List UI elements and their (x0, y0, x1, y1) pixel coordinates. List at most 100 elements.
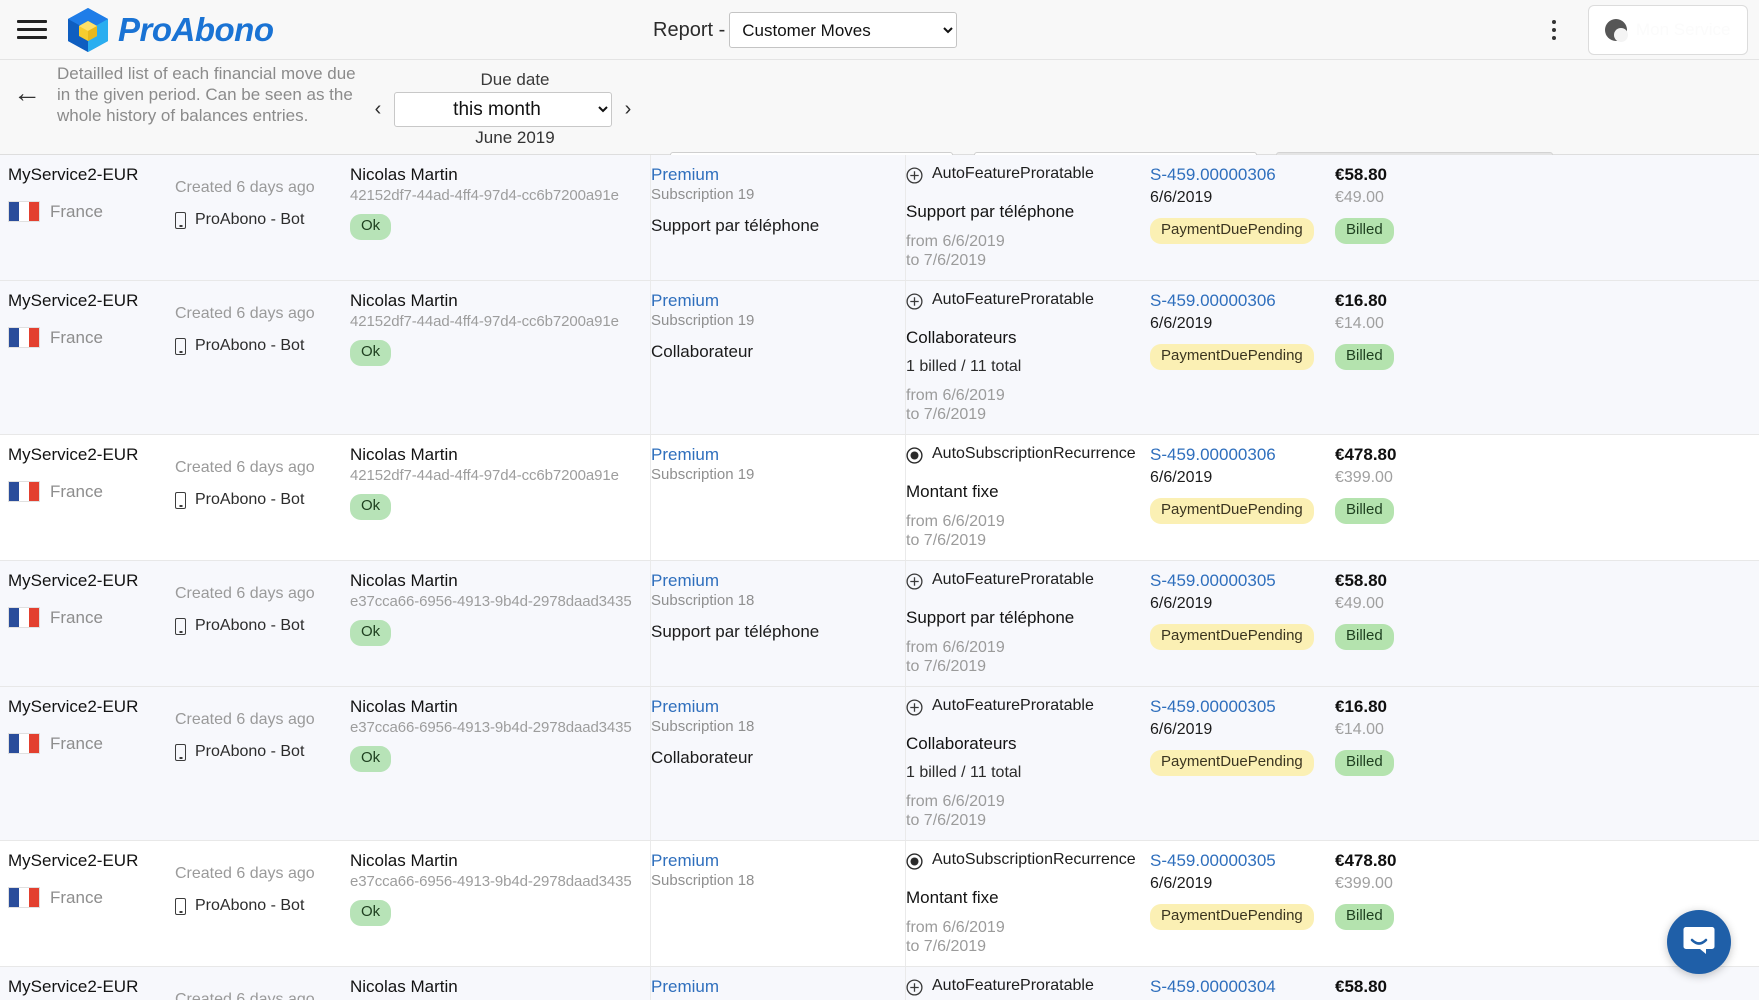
service-name: MyService2-EUR (8, 697, 139, 716)
status-badge-billed: Billed (1335, 904, 1394, 930)
status-badge-payment: PaymentDuePending (1150, 344, 1314, 370)
arrow-left-icon[interactable]: ← (12, 78, 42, 108)
cell-feature: AutoFeatureProratableSupport par télépho… (905, 155, 1150, 280)
offer-link[interactable]: Premium (651, 571, 905, 591)
invoice-date: 6/6/2019 (1150, 595, 1213, 612)
table-row[interactable]: MyService2-EUR France Created 6 days ago Pr… (0, 281, 1759, 435)
country-name: France (50, 733, 103, 753)
country-name: France (50, 887, 103, 907)
brand-logo[interactable]: ProAbono (67, 7, 274, 53)
invoice-link[interactable]: S-459.00000306 (1150, 445, 1335, 465)
feature-type: AutoFeatureProratable (932, 977, 1094, 994)
table-row[interactable]: MyService2-EURFranceCreated 6 days agoPr… (0, 687, 1759, 841)
offer-link[interactable]: Premium (651, 165, 905, 185)
cell-created: Created 6 days ago ProAbono - Bot (175, 155, 350, 280)
cell-offer: Premium Subscription 19 Collaborateur (650, 281, 905, 434)
country-name: France (50, 327, 103, 347)
status-badge-customer: Ok (350, 494, 392, 520)
status-badge-customer: Ok (350, 746, 392, 772)
cell-invoice: S-459.00000306 6/6/2019 PaymentDuePending (1150, 155, 1335, 280)
cell-offer: Premium Subscription 19 Support par téléph… (650, 155, 905, 280)
feature-period: from 6/6/2019 to 7/6/2019 (906, 793, 1005, 829)
customer-name[interactable]: Nicolas Martin (350, 697, 650, 717)
hamburger-icon[interactable] (17, 19, 47, 41)
plus-circle-icon (906, 979, 923, 1000)
offer-link[interactable]: Premium (651, 445, 905, 465)
chat-launcher-button[interactable] (1667, 910, 1731, 974)
feature-period: from 6/6/2019 to 7/6/2019 (906, 513, 1005, 549)
origin-line: ProAbono - Bot (175, 211, 350, 229)
status-badge-payment: PaymentDuePending (1150, 904, 1314, 930)
chevron-right-icon[interactable]: › (620, 98, 636, 121)
service-name: MyService2-EUR (8, 445, 139, 464)
cell-customer: Nicolas Martin e37cca66-6956-4913-9b4d-29… (350, 687, 650, 840)
origin-line: ProAbono - Bot (175, 491, 350, 509)
feature-name: Montant fixe (906, 482, 999, 501)
invoice-link[interactable]: S-459.00000306 (1150, 291, 1335, 311)
cell-amount: €16.80 €14.00 Billed (1335, 687, 1495, 840)
feature-name: Collaborateurs (906, 734, 1017, 753)
chevron-left-icon[interactable]: ‹ (370, 98, 386, 121)
table-row[interactable]: MyService2-EURFranceCreated 6 days agoPr… (0, 967, 1759, 1000)
cell-customer: Nicolas Martin e37cca66-6956-4913-9b4d-29… (350, 561, 650, 686)
offer-item: Support par téléphone (651, 216, 820, 235)
customer-id: 42152df7-44ad-4ff4-97d4-cc6b7200a91e (350, 313, 619, 330)
customer-name[interactable]: Nicolas Martin (350, 445, 650, 465)
status-badge-customer: Ok (350, 620, 392, 646)
offer-link[interactable]: Premium (651, 851, 905, 871)
invoice-link[interactable]: S-459.00000305 (1150, 697, 1335, 717)
customer-name[interactable]: Nicolas Martin (350, 291, 650, 311)
cell-service: MyService2-EUR France (0, 841, 175, 966)
country-name: France (50, 481, 103, 501)
feature-type-line: AutoFeatureProratable (906, 165, 1150, 189)
feature-type-line: AutoFeatureProratable (906, 697, 1150, 721)
created-timestamp: Created 6 days ago (175, 459, 315, 476)
feature-type: AutoSubscriptionRecurrence (932, 445, 1136, 462)
customer-name[interactable]: Nicolas Martin (350, 851, 650, 871)
plus-circle-icon (906, 699, 923, 721)
cell-amount: €478.80 €399.00 Billed (1335, 841, 1495, 966)
period-navigator: ‹ this monthlast monthnext monththis yea… (370, 92, 660, 127)
cell-invoice: S-459.000003046/6/2019PaymentDuePending (1150, 967, 1335, 1000)
table-row[interactable]: MyService2-EURFranceCreated 6 days agoPr… (0, 561, 1759, 687)
subscription-label: Subscription 19 (651, 466, 755, 483)
report-select[interactable]: Customer MovesCustomer BalancesSubscript… (729, 12, 958, 48)
customer-name[interactable]: Nicolas Martin (350, 977, 650, 997)
cell-feature: AutoFeatureProratableSupport par télépho… (905, 561, 1150, 686)
customer-name[interactable]: Nicolas Martin (350, 165, 650, 185)
amount-gross: €58.80 (1335, 571, 1387, 590)
subscription-label: Subscription 18 (651, 718, 755, 735)
period-select[interactable]: this monthlast monthnext monththis year (394, 92, 612, 127)
cell-feature: AutoFeatureProratableSupport par télépho… (905, 967, 1150, 1000)
amount-gross: €16.80 (1335, 697, 1387, 716)
cell-invoice: S-459.00000306 6/6/2019 PaymentDuePending (1150, 281, 1335, 434)
status-badge-billed: Billed (1335, 624, 1394, 650)
amount-gross: €58.80 (1335, 165, 1387, 184)
table-row[interactable]: MyService2-EURFranceCreated 6 days agoPr… (0, 841, 1759, 967)
created-timestamp: Created 6 days ago (175, 305, 315, 322)
cell-service: MyService2-EUR France (0, 435, 175, 560)
more-vertical-icon[interactable] (1538, 14, 1570, 46)
invoice-link[interactable]: S-459.00000306 (1150, 165, 1335, 185)
country-line: France (8, 481, 175, 502)
service-switcher[interactable]: Mon Service (1588, 5, 1748, 55)
invoice-link[interactable]: S-459.00000305 (1150, 851, 1335, 871)
table-row[interactable]: MyService2-EURFranceCreated 6 days agoPr… (0, 155, 1759, 281)
offer-link[interactable]: Premium (651, 977, 905, 997)
status-badge-payment: PaymentDuePending (1150, 750, 1314, 776)
service-name: MyService2-EUR (8, 291, 139, 310)
report-selector-group: Report - Customer MovesCustomer Balances… (653, 0, 958, 60)
due-date-label: Due date (480, 70, 550, 89)
offer-link[interactable]: Premium (651, 291, 905, 311)
table-row[interactable]: MyService2-EUR France Created 6 days ago Pr… (0, 435, 1759, 561)
invoice-link[interactable]: S-459.00000304 (1150, 977, 1335, 997)
offer-link[interactable]: Premium (651, 697, 905, 717)
subscription-label: Subscription 19 (651, 186, 755, 203)
cell-offer: Premium Subscription 19 (650, 435, 905, 560)
customer-name[interactable]: Nicolas Martin (350, 571, 650, 591)
invoice-link[interactable]: S-459.00000305 (1150, 571, 1335, 591)
status-badge-customer: Ok (350, 340, 392, 366)
invoice-date: 6/6/2019 (1150, 721, 1213, 738)
chat-bubble-smile-icon (1682, 924, 1716, 961)
amount-net: €399.00 (1335, 875, 1393, 892)
